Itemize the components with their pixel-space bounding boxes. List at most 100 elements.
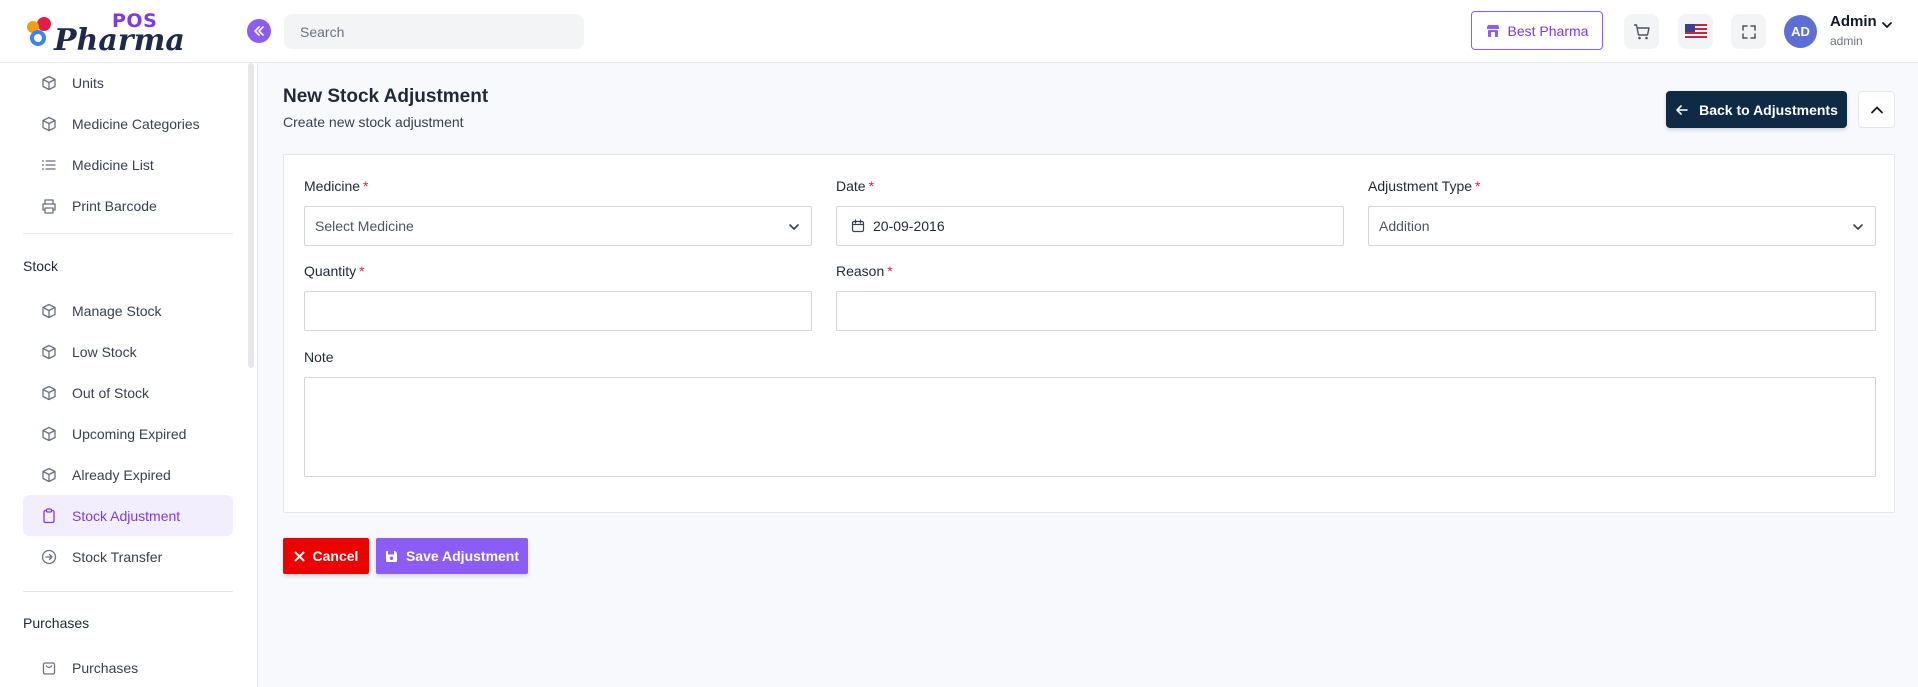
sidebar-item-stock-transfer[interactable]: Stock Transfer [23, 536, 233, 577]
sidebar-item-label: Purchases [72, 659, 139, 676]
back-button-label: Back to Adjustments [1699, 101, 1838, 118]
sidebar-item-medicine-categories[interactable]: Medicine Categories [23, 103, 233, 144]
required-mark: * [363, 178, 369, 194]
reason-label: Reason * [836, 263, 893, 279]
avatar[interactable]: AD [1784, 15, 1817, 48]
sidebar-item-purchases[interactable]: Purchases [23, 647, 233, 687]
chevron-down-icon [789, 224, 799, 230]
back-to-adjustments-button[interactable]: Back to Adjustments [1666, 91, 1847, 128]
cancel-button[interactable]: Cancel [283, 538, 369, 574]
sidebar-section-purchases: Purchases [23, 615, 90, 631]
sidebar-item-manage-stock[interactable]: Manage Stock [23, 290, 233, 331]
sidebar-item-label: Print Barcode [72, 197, 157, 214]
bag-icon [42, 661, 56, 675]
required-mark: * [1475, 178, 1481, 194]
quantity-label: Quantity * [304, 263, 365, 279]
calendar-icon [851, 219, 865, 233]
sidebar-item-out-of-stock[interactable]: Out of Stock [23, 372, 233, 413]
reason-input[interactable] [836, 291, 1876, 331]
language-button[interactable] [1678, 14, 1713, 49]
store-button[interactable]: Best Pharma [1471, 11, 1603, 50]
sidebar-item-label: Medicine List [72, 156, 154, 173]
sidebar-item-stock-adjustment[interactable]: Stock Adjustment [23, 495, 233, 536]
chevron-up-icon [1870, 106, 1883, 113]
adjustment-type-label-text: Adjustment Type [1368, 178, 1473, 194]
sidebar-section-stock: Stock [23, 258, 59, 274]
adjustment-type-select[interactable]: Addition [1368, 206, 1876, 246]
app-logo[interactable]: POS Pharma [24, 10, 185, 58]
reason-label-text: Reason [836, 263, 885, 279]
date-field[interactable]: 20-09-2016 [836, 206, 1344, 246]
medicine-label-text: Medicine [304, 178, 361, 194]
sidebar-item-low-stock[interactable]: Low Stock [23, 331, 233, 372]
sidebar-collapse-button[interactable] [247, 19, 271, 43]
date-label-text: Date [836, 178, 866, 194]
collapse-section-button[interactable] [1858, 91, 1895, 128]
medicine-label: Medicine * [304, 178, 368, 194]
box-icon [42, 75, 56, 90]
cart-button[interactable] [1624, 14, 1659, 49]
save-adjustment-button[interactable]: Save Adjustment [376, 538, 528, 574]
box-icon [42, 426, 56, 441]
chevron-down-icon [1853, 224, 1863, 230]
user-role: admin [1830, 34, 1863, 48]
required-mark: * [868, 178, 875, 194]
box-icon [42, 303, 56, 318]
sidebar-item-medicine-list[interactable]: Medicine List [23, 144, 233, 185]
sidebar-item-label: Manage Stock [72, 302, 162, 319]
top-bar: POS Pharma Best Pharma AD Admin admin [0, 0, 1918, 63]
search-input[interactable] [284, 14, 584, 49]
sidebar-item-label: Already Expired [72, 466, 171, 483]
chevron-down-icon[interactable] [1880, 18, 1894, 32]
page-subtitle: Create new stock adjustment [283, 114, 464, 130]
sidebar-item-upcoming-expired[interactable]: Upcoming Expired [23, 413, 233, 454]
sidebar-item-label: Stock Adjustment [72, 507, 181, 524]
us-flag-icon [1684, 24, 1707, 39]
sidebar-item-label: Low Stock [72, 343, 137, 360]
cancel-label: Cancel [312, 548, 359, 564]
required-mark: * [887, 263, 893, 279]
adjustment-form-card: Medicine * Select Medicine Date * 20-09-20… [283, 154, 1895, 513]
note-textarea[interactable] [304, 377, 1876, 477]
save-label: Save Adjustment [405, 548, 520, 564]
date-label: Date * [836, 178, 874, 194]
box-icon [42, 344, 56, 359]
quantity-label-text: Quantity [304, 263, 357, 279]
sidebar-item-already-expired[interactable]: Already Expired [23, 454, 233, 495]
logo-pharma-text: Pharma [54, 23, 185, 58]
note-label: Note [304, 349, 334, 365]
box-icon [42, 467, 56, 482]
fullscreen-button[interactable] [1731, 14, 1766, 49]
printer-icon [42, 198, 56, 214]
medicine-select[interactable]: Select Medicine [304, 206, 812, 246]
box-icon [42, 385, 56, 400]
fullscreen-icon [1741, 24, 1756, 39]
store-icon [1486, 24, 1499, 37]
double-chevron-left-icon [254, 26, 264, 36]
sidebar-item-label: Medicine Categories [72, 115, 200, 132]
close-icon [294, 551, 305, 561]
save-icon [385, 550, 397, 562]
arrow-circle-icon [41, 549, 57, 564]
medicine-placeholder: Select Medicine [315, 218, 414, 234]
sidebar-item-print-barcode[interactable]: Print Barcode [23, 185, 233, 226]
sidebar-item-label: Stock Transfer [72, 548, 163, 565]
quantity-input[interactable] [304, 291, 812, 331]
note-label-text: Note [304, 349, 334, 365]
adjustment-type-value: Addition [1379, 218, 1430, 234]
pill-logo-icon [27, 17, 51, 46]
cart-icon [1633, 23, 1650, 39]
sidebar-divider [23, 233, 233, 234]
sidebar: Units Medicine Categories Medicine List … [0, 63, 258, 687]
box-icon [42, 116, 56, 131]
sidebar-item-label: Units [72, 74, 104, 91]
sidebar-item-label: Out of Stock [72, 384, 150, 401]
list-icon [42, 159, 56, 170]
page-title: New Stock Adjustment [283, 86, 489, 107]
required-mark: * [359, 263, 365, 279]
user-name[interactable]: Admin [1830, 13, 1877, 30]
sidebar-item-units[interactable]: Units [23, 63, 233, 103]
sidebar-scrollbar[interactable] [248, 63, 254, 368]
clipboard-icon [43, 507, 55, 523]
arrow-left-icon [1676, 104, 1688, 115]
